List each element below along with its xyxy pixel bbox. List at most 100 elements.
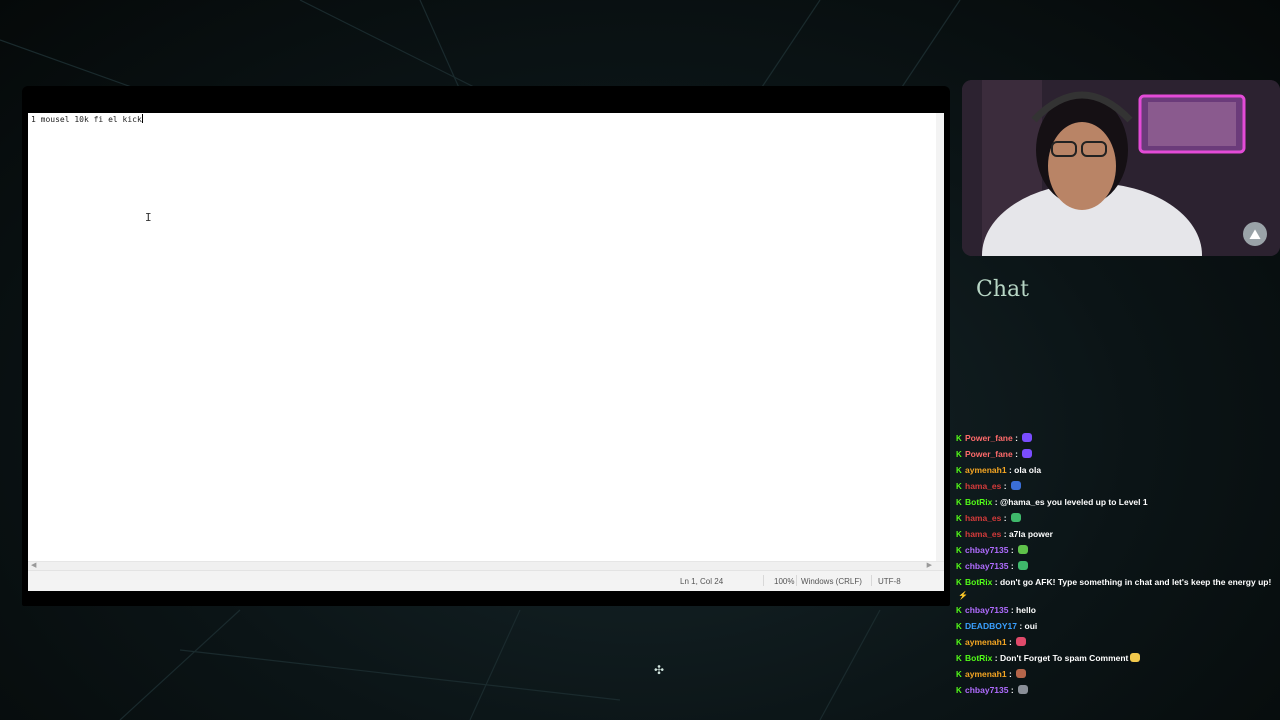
chat-username[interactable]: hama_es [965, 529, 1001, 539]
chat-separator: : [1008, 605, 1017, 615]
vertical-scrollbar[interactable] [936, 113, 944, 561]
line-ending[interactable]: Windows (CRLF) [801, 577, 862, 586]
chat-separator: : [992, 577, 1000, 587]
kick-badge-icon: K [956, 434, 962, 443]
emote-icon [1018, 561, 1029, 570]
chat-message: Kaymenah1 : ola ola [956, 462, 1280, 478]
chat-separator: : [992, 653, 1000, 663]
chat-message: Kaymenah1 : [956, 666, 1280, 682]
chat-username[interactable]: hama_es [965, 513, 1001, 523]
chat-message: Khama_es : [956, 478, 1280, 494]
chat-username[interactable]: aymenah1 [965, 637, 1007, 647]
chat-message: Kchbay7135 : hello [956, 602, 1280, 618]
chat-text: hello [1016, 605, 1036, 615]
chat-text: don't go AFK! Type something in chat and… [999, 577, 1272, 587]
chat-message: K BotRix : don't go AFK! Type something i… [956, 574, 1280, 590]
chat-message: Kaymenah1 : [956, 634, 1280, 650]
lightning-icon: ⚡ [958, 591, 968, 600]
chat-text: @hama_es you leveled up to Level 1 [999, 497, 1148, 507]
chat-separator: : [992, 497, 1000, 507]
notepad-window: 1 mousel 10k fi el kick Ι ◀ ▶ Ln 1, Col … [22, 86, 950, 606]
chat-message: Kchbay7135 : [956, 558, 1280, 574]
chat-username[interactable]: chbay7135 [965, 545, 1008, 555]
kick-badge-icon: K [956, 578, 962, 587]
chat-message: Khama_es : [956, 510, 1280, 526]
chat-separator: : [1001, 513, 1009, 523]
kick-badge-icon: K [956, 638, 962, 647]
chat-username[interactable]: chbay7135 [965, 561, 1008, 571]
chat-separator: : [1001, 529, 1009, 539]
chat-separator: : [1016, 621, 1025, 631]
kick-badge-icon: K [956, 546, 962, 555]
chat-username[interactable]: chbay7135 [965, 605, 1008, 615]
chat-separator: : [1008, 545, 1017, 555]
chat-message: K DEADBOY17 : oui [956, 618, 1280, 634]
chat-messages: K Power_fane : K Power_fane : Kaymenah1 : … [956, 430, 1280, 698]
chat-text: oui [1024, 621, 1038, 631]
chat-message: Kchbay7135 : [956, 682, 1280, 698]
chat-message: Kchbay7135 : [956, 542, 1280, 558]
chat-separator: : [1012, 449, 1021, 459]
chat-separator: : [1012, 433, 1021, 443]
webcam-feed [962, 80, 1280, 256]
kick-badge-icon: K [956, 514, 962, 523]
logo-icon: ⛰ [1243, 222, 1267, 246]
chat-message: Khama_es : a7la power [956, 526, 1280, 542]
kick-badge-icon: K [956, 670, 962, 679]
emote-icon [1010, 513, 1021, 522]
cursor-position: Ln 1, Col 24 [680, 577, 724, 586]
emote-icon [1016, 669, 1027, 678]
emote-icon [1130, 653, 1141, 662]
chat-username[interactable]: BotRix [965, 497, 992, 507]
chat-separator: : [1006, 669, 1015, 679]
chat-separator: : [1008, 685, 1017, 695]
encoding[interactable]: UTF-8 [878, 577, 901, 586]
chat-separator: : [1001, 481, 1009, 491]
kick-badge-icon: K [956, 530, 962, 539]
mouse-pointer-icon: ✣ [654, 663, 665, 677]
chat-username[interactable]: aymenah1 [965, 465, 1007, 475]
emote-icon [1018, 685, 1029, 694]
kick-badge-icon: K [956, 606, 962, 615]
scroll-right-icon[interactable]: ▶ [927, 561, 932, 569]
chat-message: K Power_fane : [956, 446, 1280, 462]
kick-badge-icon: K [956, 622, 962, 631]
emote-icon [1022, 449, 1033, 458]
chat-username[interactable]: BotRix [965, 577, 992, 587]
chat-text: ola ola [1014, 465, 1042, 475]
chat-separator: : [1008, 561, 1017, 571]
kick-badge-icon: K [956, 562, 962, 571]
emote-icon [1022, 433, 1033, 442]
chat-username[interactable]: Power_fane [965, 449, 1013, 459]
chat-username[interactable]: Power_fane [965, 433, 1013, 443]
chat-text: a7la power [1008, 529, 1053, 539]
ibeam-cursor-icon: Ι [145, 211, 152, 224]
chat-username[interactable]: hama_es [965, 481, 1001, 491]
emote-icon [1010, 481, 1021, 490]
kick-badge-icon: K [956, 450, 962, 459]
chat-separator: : [1006, 637, 1015, 647]
editor-text[interactable]: 1 mousel 10k fi el kick [31, 114, 143, 124]
chat-message: K Power_fane : [956, 430, 1280, 446]
kick-badge-icon: K [956, 466, 962, 475]
emote-icon [1018, 545, 1029, 554]
zoom-level[interactable]: 100% [774, 577, 794, 586]
chat-message: K BotRix : @hama_es you leveled up to Lev… [956, 494, 1280, 510]
kick-badge-icon: K [956, 482, 962, 491]
kick-badge-icon: K [956, 654, 962, 663]
chat-username[interactable]: aymenah1 [965, 669, 1007, 679]
emote-icon [1016, 637, 1027, 646]
chat-text: Don't Forget To spam Comment [999, 653, 1129, 663]
kick-badge-icon: K [956, 498, 962, 507]
chat-username[interactable]: chbay7135 [965, 685, 1008, 695]
scroll-left-icon[interactable]: ◀ [31, 561, 36, 569]
status-bar: Ln 1, Col 24 100% Windows (CRLF) UTF-8 [28, 570, 944, 591]
chat-title: Chat [976, 277, 1029, 302]
kick-badge-icon: K [956, 686, 962, 695]
chat-username[interactable]: DEADBOY17 [965, 621, 1017, 631]
text-editor-area[interactable]: 1 mousel 10k fi el kick Ι ◀ ▶ [28, 113, 944, 570]
horizontal-scrollbar[interactable]: ◀ ▶ [28, 561, 944, 570]
chat-username[interactable]: BotRix [965, 653, 992, 663]
chat-message: K BotRix : Don't Forget To spam Comment [956, 650, 1280, 666]
text-caret [141, 114, 143, 123]
